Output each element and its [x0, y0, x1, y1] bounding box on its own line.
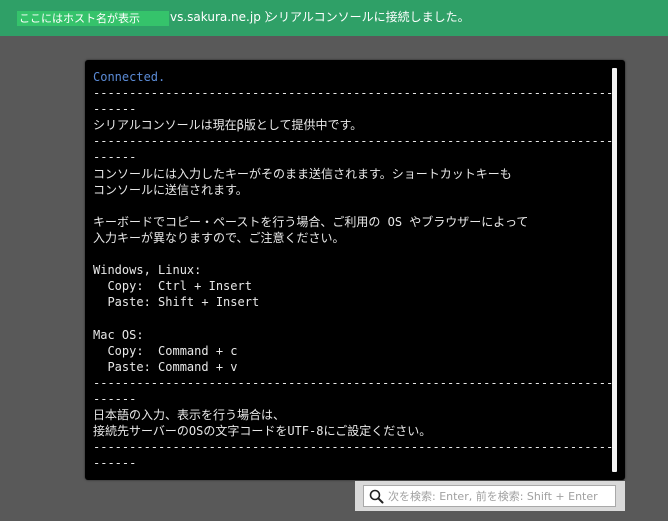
terminal-line: Copy: Command + c: [93, 343, 238, 358]
terminal-line: キーボードでコピー・ペーストを行う場合、ご利用の OS やブラウザーによって: [93, 214, 529, 229]
serial-console-terminal[interactable]: Connected. -----------------------------…: [85, 60, 625, 480]
terminal-line: ------: [93, 150, 137, 165]
hostname-domain: vs.sakura.ne.jp ）: [170, 10, 277, 24]
terminal-line: 日本語の入力、表示を行う場合は、: [93, 407, 286, 422]
terminal-line: コンソールに送信されます。: [93, 182, 248, 197]
search-input[interactable]: [388, 486, 614, 506]
connection-message: シリアルコンソールに接続しました。: [266, 10, 470, 24]
terminal-line: ----------------------------------------…: [93, 375, 614, 390]
terminal-lines: ----------------------------------------…: [93, 86, 613, 470]
terminal-search-bar: [355, 481, 625, 511]
terminal-line: Copy: Ctrl + Insert: [93, 279, 252, 294]
terminal-scrollbar[interactable]: [612, 68, 618, 472]
terminal-output[interactable]: Connected. -----------------------------…: [93, 69, 613, 471]
terminal-line: Paste: Command + v: [93, 359, 238, 374]
scrollbar-thumb[interactable]: [612, 68, 617, 472]
connection-banner: ここにはホスト名が表示 vs.sakura.ne.jp ） シリアルコンソールに…: [0, 0, 668, 36]
terminal-line: Paste: Shift + Insert: [93, 295, 260, 310]
terminal-line: 接続先サーバーのOSの文字コードをUTF-8にご設定ください。: [93, 424, 432, 439]
terminal-line: ----------------------------------------…: [93, 440, 614, 455]
terminal-line: ------: [93, 391, 137, 406]
terminal-line: Mac OS:: [93, 327, 144, 342]
terminal-line: ------: [93, 102, 137, 117]
terminal-line: Windows, Linux:: [93, 263, 202, 278]
terminal-line: ----------------------------------------…: [93, 86, 614, 101]
search-icon: [369, 489, 384, 504]
terminal-line: コンソールには入力したキーがそのまま送信されます。ショートカットキーも: [93, 166, 512, 181]
terminal-line: シリアルコンソールは現在β版として提供中です。: [93, 118, 363, 133]
terminal-line: 入力キーが異なりますので、ご注意ください。: [93, 230, 345, 245]
hostname-placeholder: ここにはホスト名が表示: [19, 12, 140, 25]
terminal-line: ------: [93, 456, 137, 471]
terminal-line: ----------------------------------------…: [93, 134, 614, 149]
connection-status: Connected.: [93, 70, 166, 84]
search-field[interactable]: [363, 485, 616, 507]
